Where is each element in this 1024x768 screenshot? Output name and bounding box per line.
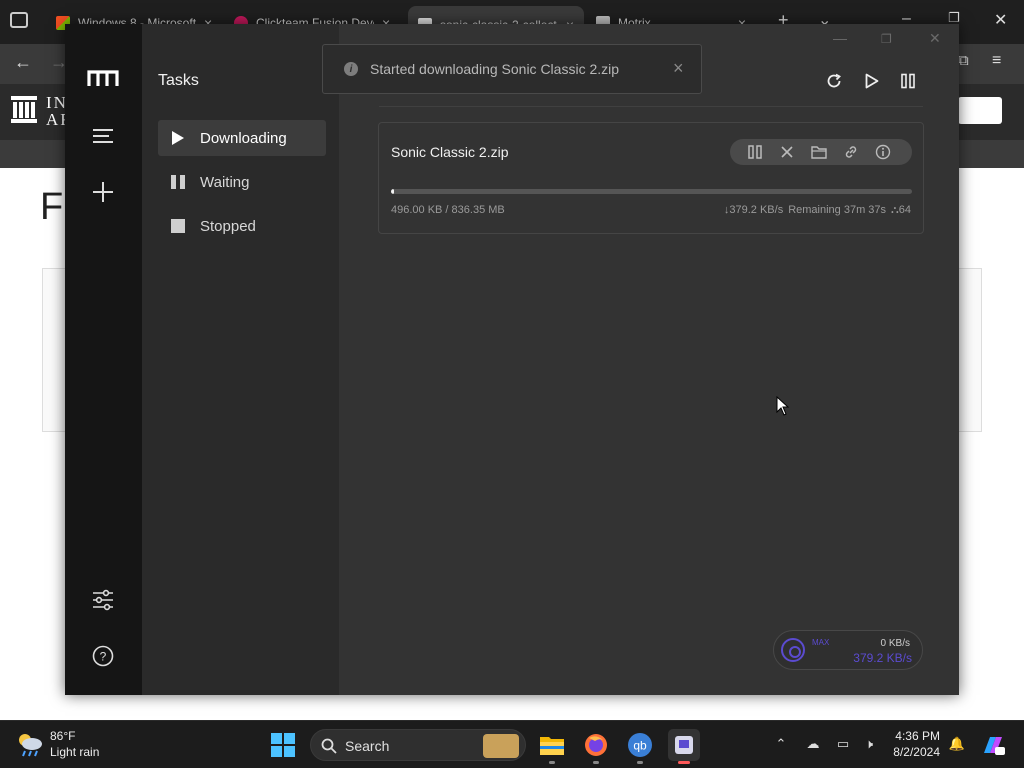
task-actions [730,139,912,165]
windows-start-icon[interactable] [271,733,295,757]
settings-icon[interactable] [89,586,117,614]
list-divider [379,106,923,107]
display-icon[interactable]: ▭ [834,735,852,753]
link-icon[interactable] [842,143,860,161]
sidebar-item-waiting[interactable]: Waiting [158,164,326,200]
volume-muted-icon[interactable]: 🕨 [860,735,878,753]
search-icon [321,738,337,754]
download-started-toast: i Started downloading Sonic Classic 2.zi… [322,44,702,94]
mouse-cursor-icon [776,396,790,416]
toast-message: Started downloading Sonic Classic 2.zip [370,61,620,77]
tab-actions-icon[interactable] [10,12,28,28]
taskbar-search[interactable]: Search [310,729,526,761]
sidebar-item-label: Waiting [200,173,250,191]
svg-text:qb: qb [633,739,647,753]
sidebar-title: Tasks [158,72,199,89]
weather-description[interactable]: Light rain [50,745,99,759]
app-maximize-icon[interactable]: ❐ [881,32,892,46]
connections-icon: ⛬ [891,204,899,216]
svg-text:?: ? [100,650,107,664]
close-window-icon[interactable]: ✕ [994,10,1007,30]
motrix-taskbar-icon[interactable] [668,729,700,761]
speedometer-icon [781,638,805,662]
download-speed: 379.2 KB/s [853,651,912,665]
upload-speed: 0 KB/s [880,638,910,649]
motrix-logo-icon[interactable] [87,68,119,88]
task-remaining: Remaining 37m 37s [788,204,887,216]
stop-icon [170,218,186,234]
play-icon [170,130,186,146]
taskbar: 86°F Light rain Search qb ⌃ ☁ ▭ 🕨 4:36 P… [0,720,1024,768]
pause-icon [170,174,186,190]
sidebar-item-label: Downloading [200,129,287,147]
task-speed: ↓379.2 KB/s [723,204,784,216]
browser-menu-icon[interactable]: ≡ [992,52,1001,70]
download-progress-fill [391,189,395,194]
onedrive-icon[interactable]: ☁ [804,735,822,753]
help-icon[interactable]: ? [89,642,117,670]
pause-all-icon[interactable] [897,70,919,92]
notification-bell-icon[interactable]: 🔔 [948,735,966,753]
motrix-window: ? Tasks Downloading Waiting Stopped — ❐ … [65,24,959,695]
qbittorrent-icon[interactable]: qb [626,731,654,759]
weather-rain-icon[interactable] [16,731,44,757]
archive-logo-icon[interactable] [10,94,38,124]
app-active-indicator [678,761,690,764]
download-progress-bar [391,189,912,194]
toast-close-icon[interactable]: × [673,58,684,79]
menu-icon[interactable] [89,122,117,150]
clock-time[interactable]: 4:36 PM [888,729,940,743]
resume-all-icon[interactable] [861,70,883,92]
task-size: 496.00 KB / 836.35 MB [391,204,505,216]
app-running-indicator [637,761,643,764]
app-running-indicator [549,761,555,764]
add-task-icon[interactable] [89,178,117,206]
refresh-icon[interactable] [823,70,845,92]
show-hidden-icons-icon[interactable]: ⌃ [772,735,790,753]
task-connections: 64 [898,204,911,216]
search-highlight-icon [483,734,519,758]
pause-task-icon[interactable] [746,143,764,161]
delete-task-icon[interactable] [778,143,796,161]
file-explorer-icon[interactable] [538,731,566,759]
clock-date[interactable]: 8/2/2024 [888,745,940,759]
site-page-heading: F [40,186,64,228]
info-icon[interactable] [874,143,892,161]
extensions-icon[interactable]: ⧉ [958,52,969,69]
back-icon[interactable]: ← [14,52,32,73]
firefox-icon[interactable] [582,731,610,759]
task-item[interactable]: Sonic Classic 2.zip 496.00 KB / 836.35 M… [378,122,924,234]
app-rail: ? [65,24,142,695]
weather-temperature[interactable]: 86°F [50,729,75,743]
speedometer[interactable]: MAX 0 KB/s 379.2 KB/s [773,630,923,670]
app-close-icon[interactable]: ✕ [929,30,941,47]
sidebar-item-downloading[interactable]: Downloading [158,120,326,156]
task-stats: ↓379.2 KB/s Remaining 37m 37s ⛬ 64 [724,204,911,217]
app-running-indicator [593,761,599,764]
task-name: Sonic Classic 2.zip [391,144,509,160]
task-sidebar: Tasks Downloading Waiting Stopped [142,24,339,695]
sidebar-item-label: Stopped [200,217,256,235]
info-icon: i [344,62,358,76]
app-minimize-icon[interactable]: — [833,30,847,46]
folder-icon[interactable] [810,143,828,161]
site-search-input[interactable] [958,97,1002,124]
search-label: Search [345,738,390,754]
copilot-icon[interactable] [980,733,1006,757]
speed-max-label: MAX [812,638,830,647]
sidebar-item-stopped[interactable]: Stopped [158,208,326,244]
